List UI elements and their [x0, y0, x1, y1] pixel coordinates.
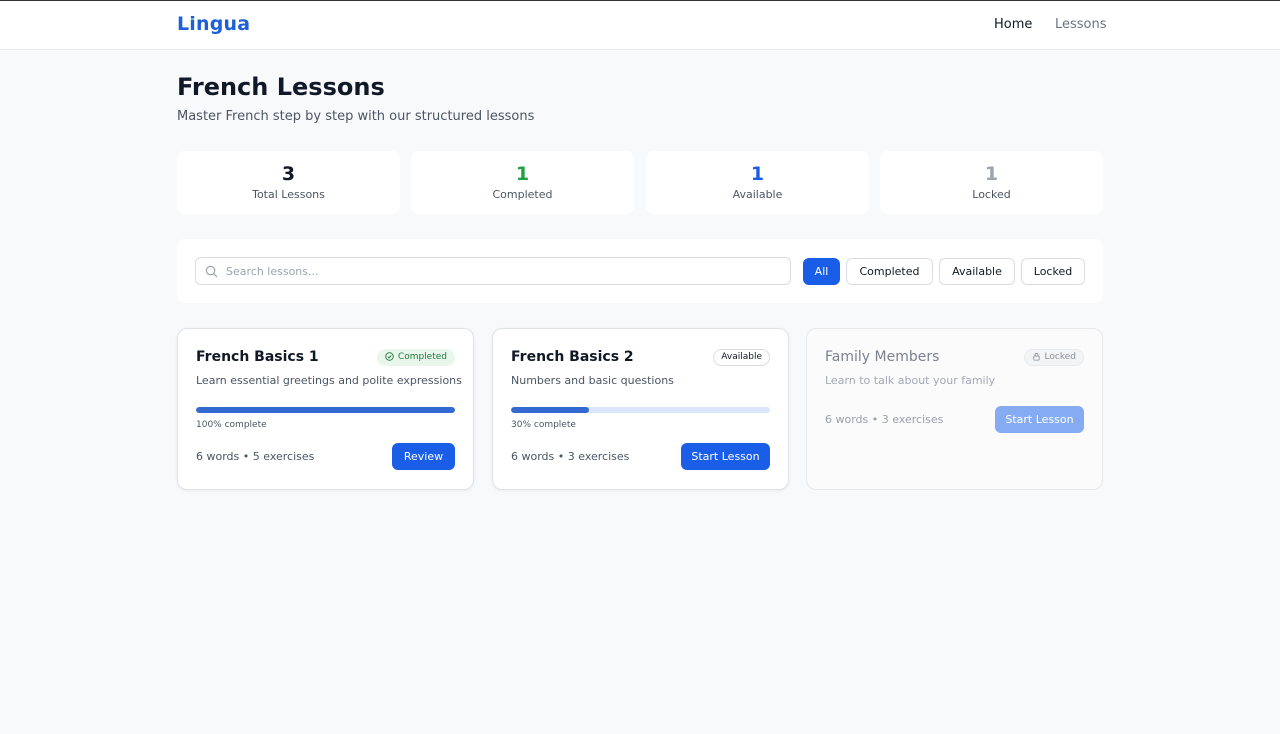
start-lesson-button-disabled[interactable]: Start Lesson: [995, 406, 1084, 433]
lesson-description: Numbers and basic questions: [511, 374, 674, 387]
lesson-title: Family Members: [825, 349, 940, 365]
stat-completed: 1 Completed: [411, 151, 634, 214]
lesson-description: Learn essential greetings and polite exp…: [196, 374, 462, 387]
search-input[interactable]: [226, 262, 776, 280]
stat-label: Locked: [972, 188, 1011, 201]
status-badge-label: Locked: [1044, 352, 1076, 362]
status-badge-locked: Locked: [1023, 349, 1084, 366]
lock-icon: [1032, 353, 1040, 361]
filter-locked-button[interactable]: Locked: [1021, 258, 1085, 285]
page-subtitle: Master French step by step with our stru…: [177, 109, 535, 124]
status-badge-completed: Completed: [376, 349, 455, 366]
nav-home-link[interactable]: Home: [994, 17, 1032, 32]
stat-value: 1: [984, 163, 999, 185]
progress-bar: [196, 407, 455, 413]
progress-fill: [511, 407, 589, 413]
lesson-title: French Basics 1: [196, 349, 319, 365]
logo[interactable]: Lingua: [177, 13, 250, 35]
stat-available: 1 Available: [646, 151, 869, 214]
filter-completed-button[interactable]: Completed: [846, 258, 933, 285]
progress-label: 100% complete: [196, 420, 267, 430]
lesson-meta: 6 words • 3 exercises: [511, 450, 630, 463]
lesson-card-french-basics-2: French Basics 2 Available Numbers and ba…: [492, 328, 789, 490]
stat-label: Available: [732, 188, 783, 201]
check-circle-icon: [385, 352, 394, 361]
top-navbar: Lingua Home Lessons: [0, 0, 1280, 50]
status-badge-label: Completed: [397, 352, 447, 362]
review-button[interactable]: Review: [392, 443, 455, 470]
stat-label: Total Lessons: [252, 188, 325, 201]
filter-panel: All Completed Available Locked: [177, 239, 1103, 303]
lesson-card-french-basics-1: French Basics 1 Completed Learn essentia…: [177, 328, 474, 490]
stat-value: 3: [281, 163, 296, 185]
stat-locked: 1 Locked: [880, 151, 1103, 214]
lesson-card-family-members: Family Members Locked Learn to talk abou…: [806, 328, 1103, 490]
lesson-title: French Basics 2: [511, 349, 634, 365]
page-title: French Lessons: [177, 73, 385, 101]
lesson-description: Learn to talk about your family: [825, 374, 996, 387]
progress-bar: [511, 407, 770, 413]
search-box[interactable]: [195, 257, 791, 285]
lesson-meta: 6 words • 5 exercises: [196, 450, 315, 463]
status-badge-available: Available: [713, 349, 770, 366]
start-lesson-button[interactable]: Start Lesson: [681, 443, 770, 470]
lesson-meta: 6 words • 3 exercises: [825, 413, 944, 426]
filter-available-button[interactable]: Available: [939, 258, 1015, 285]
stat-value: 1: [750, 163, 765, 185]
progress-fill: [196, 407, 455, 413]
nav-lessons-link[interactable]: Lessons: [1055, 17, 1107, 32]
filter-all-button[interactable]: All: [803, 258, 840, 285]
stat-total-lessons: 3 Total Lessons: [177, 151, 400, 214]
progress-label: 30% complete: [511, 420, 576, 430]
stat-value: 1: [515, 163, 530, 185]
search-icon: [205, 265, 218, 278]
stat-label: Completed: [492, 188, 553, 201]
